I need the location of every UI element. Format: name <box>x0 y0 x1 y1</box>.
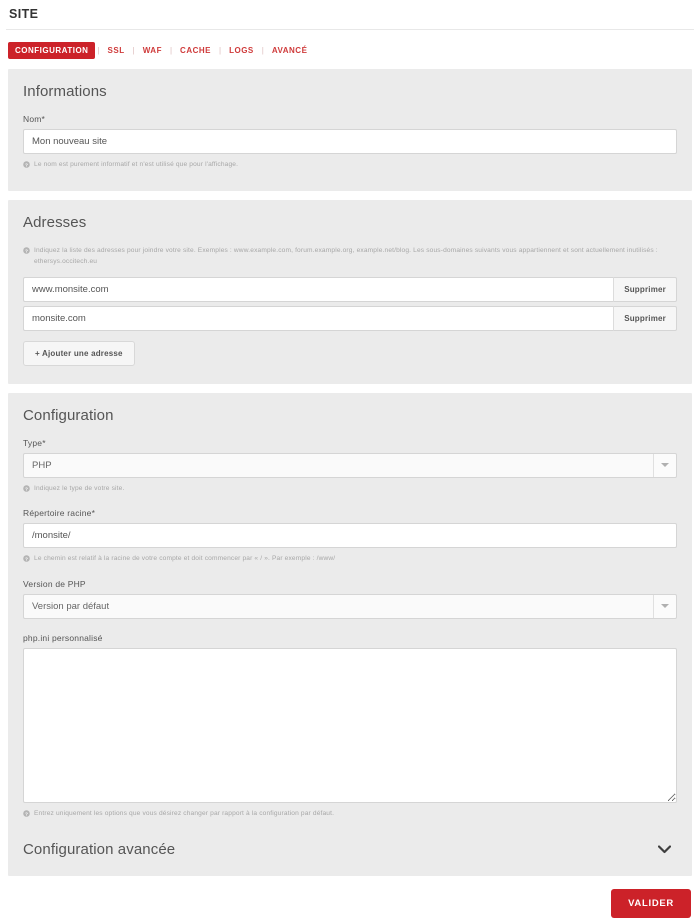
help-icon: ? <box>23 246 30 254</box>
table-row: Supprimer <box>23 276 677 302</box>
name-help: ? Le nom est purement informatif et n'es… <box>23 159 677 171</box>
configuration-heading: Configuration <box>23 406 114 424</box>
informations-heading: Informations <box>23 83 107 100</box>
svg-text:?: ? <box>25 248 28 254</box>
type-help-text: Indiquez le type de votre site. <box>34 484 125 492</box>
svg-text:?: ? <box>25 811 28 817</box>
phpini-label: php.ini personnalisé <box>23 632 103 643</box>
submit-button[interactable]: VALIDER <box>611 889 691 918</box>
svg-text:?: ? <box>25 556 28 562</box>
advanced-configuration-toggle[interactable]: Configuration avancée <box>23 841 677 858</box>
tab-logs[interactable]: LOGS <box>223 43 260 58</box>
help-icon: ? <box>23 484 30 492</box>
help-icon: ? <box>23 161 30 168</box>
root-directory-label-text: Répertoire racine <box>23 508 92 519</box>
type-help: ? Indiquez le type de votre site. <box>23 483 677 495</box>
tab-configuration[interactable]: CONFIGURATION <box>8 42 96 59</box>
name-label: Nom* <box>23 114 677 124</box>
php-version-label: Version de PHP <box>23 578 86 589</box>
phpini-help-text: Entrez uniquement les options que vous d… <box>34 809 335 817</box>
form-footer: VALIDER <box>0 885 700 918</box>
type-select[interactable]: PHP <box>23 452 677 478</box>
type-label-text: Type <box>23 437 43 448</box>
table-row: Supprimer <box>23 305 677 331</box>
type-label: Type* <box>23 438 677 448</box>
adresses-panel: Adresses ? Indiquez la liste des adresse… <box>8 199 692 384</box>
phpini-field-group: php.ini personnalisé ? Entrez uniquement… <box>23 633 677 820</box>
name-field-group: Nom* ? Le nom est purement informatif et… <box>23 114 677 171</box>
root-directory-help: ? Le chemin est relatif à la racine de v… <box>23 553 677 565</box>
address-input[interactable] <box>23 305 614 331</box>
svg-text:?: ? <box>25 486 28 492</box>
site-configuration-page: SITE CONFIGURATION | SSL | WAF | CACHE |… <box>0 0 700 918</box>
adresses-heading: Adresses <box>23 213 87 231</box>
tab-avance[interactable]: AVANCÉ <box>266 43 314 58</box>
svg-text:?: ? <box>25 162 28 168</box>
name-input[interactable] <box>23 129 677 154</box>
root-directory-label: Répertoire racine* <box>23 508 677 518</box>
required-marker: * <box>42 437 46 448</box>
type-field-group: Type* PHP ? Indiquez le type de votre si… <box>23 438 677 495</box>
add-address-button[interactable]: + Ajouter une adresse <box>23 340 135 366</box>
type-select-value: PHP <box>32 459 52 471</box>
name-help-text: Le nom est purement informatif et n'est … <box>34 161 239 168</box>
page-title: SITE <box>9 7 39 21</box>
delete-address-button[interactable]: Supprimer <box>613 276 677 302</box>
chevron-down-icon[interactable] <box>653 453 676 477</box>
root-directory-field-group: Répertoire racine* ? Le chemin est relat… <box>23 508 677 565</box>
chevron-down-icon[interactable] <box>653 594 676 618</box>
help-icon: ? <box>23 809 30 817</box>
required-marker: * <box>91 508 96 519</box>
root-directory-input[interactable] <box>23 523 677 549</box>
required-marker: * <box>41 114 46 124</box>
php-version-select-value: Version par défaut <box>32 600 110 612</box>
help-icon: ? <box>23 555 30 562</box>
phpini-textarea[interactable] <box>23 647 677 803</box>
tab-ssl[interactable]: SSL <box>102 43 131 58</box>
adresses-help-text: Indiquez la liste des adresses pour join… <box>34 246 658 266</box>
address-input[interactable] <box>23 276 614 302</box>
php-version-select[interactable]: Version par défaut <box>23 593 677 619</box>
tab-cache[interactable]: CACHE <box>174 43 217 58</box>
section-tabs: CONFIGURATION | SSL | WAF | CACHE | LOGS… <box>0 30 700 59</box>
name-label-text: Nom <box>23 114 42 124</box>
tab-waf[interactable]: WAF <box>137 43 168 58</box>
delete-address-button[interactable]: Supprimer <box>613 305 677 331</box>
configuration-panel: Configuration Type* PHP ? Indiquez le ty… <box>8 392 692 877</box>
informations-panel: Informations Nom* ? Le nom est purement … <box>8 69 692 191</box>
adresses-help: ? Indiquez la liste des adresses pour jo… <box>23 245 677 268</box>
chevron-down-icon[interactable] <box>657 843 677 856</box>
phpini-help: ? Entrez uniquement les options que vous… <box>23 808 677 820</box>
advanced-configuration-heading: Configuration avancée <box>23 841 176 859</box>
php-version-field-group: Version de PHP Version par défaut <box>23 579 677 619</box>
root-directory-help-text: Le chemin est relatif à la racine de vot… <box>34 555 336 563</box>
